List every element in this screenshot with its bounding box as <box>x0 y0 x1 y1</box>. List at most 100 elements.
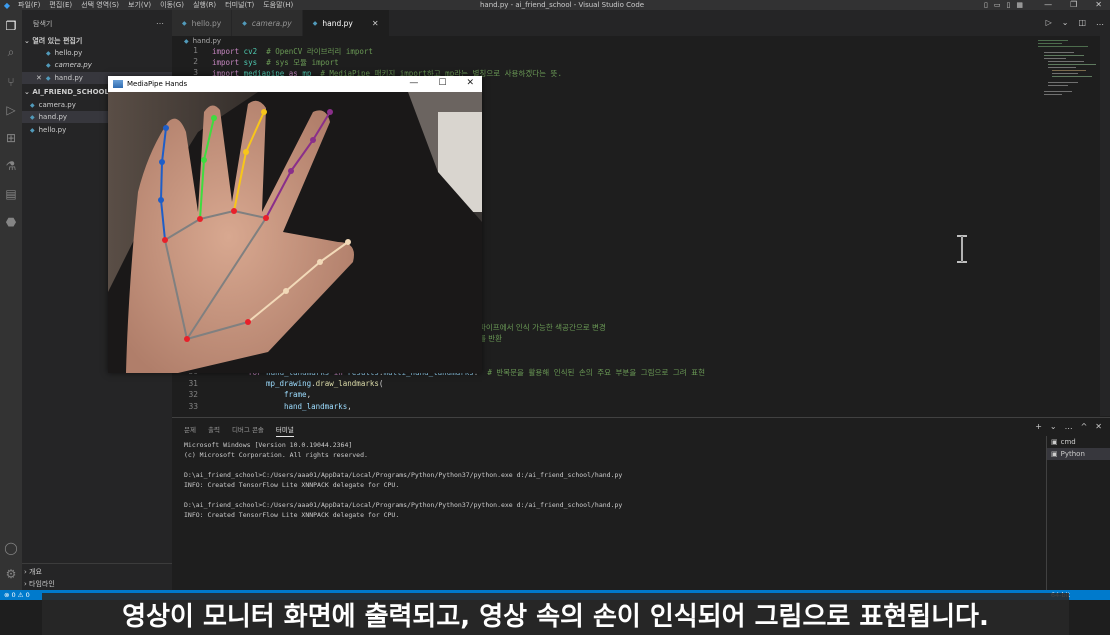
terminal-icon: ▣ <box>1051 450 1058 458</box>
run-icon[interactable]: ▷ <box>1046 18 1052 27</box>
window-app-icon <box>113 80 123 88</box>
panel-actions: + ⌄ … ^ ✕ <box>1035 422 1102 431</box>
more-actions-icon[interactable]: … <box>1096 18 1104 27</box>
toggle-sidebar-icon[interactable]: ▯ <box>984 1 988 9</box>
run-debug-icon[interactable]: ▷ <box>3 102 19 118</box>
folder-section[interactable]: ⌄ AI_FRIEND_SCHOOL <box>24 88 109 96</box>
explorer-icon[interactable]: ❐ <box>3 18 19 34</box>
panel-tab[interactable]: 디버그 콘솔 <box>232 424 264 437</box>
hand-landmark-point <box>345 239 351 245</box>
manage-gear-icon[interactable]: ⚙ <box>3 566 19 582</box>
activity-bar: ❐ ⌕ ⑂ ▷ ⊞ ⚗ ▤ ⬣ ◯ ⚙ <box>0 10 22 590</box>
divider <box>22 563 172 564</box>
code-token: ( <box>378 378 384 388</box>
hand-landmark-point <box>184 336 190 342</box>
mediapipe-hands-window[interactable]: MediaPipe Hands — ☐ ✕ <box>108 76 482 373</box>
tab-hello[interactable]: ◆ hello.py <box>172 10 233 36</box>
hand-landmark-point <box>211 115 217 121</box>
outline-section[interactable]: › 개요 <box>24 567 42 577</box>
menu-item[interactable]: 이동(G) <box>160 1 184 9</box>
hand-landmark-point <box>283 288 289 294</box>
extensions-icon[interactable]: ⊞ <box>3 130 19 146</box>
close-icon[interactable]: ✕ <box>36 74 42 82</box>
testing-icon[interactable]: ⚗ <box>3 158 19 174</box>
python-file-icon: ◆ <box>30 101 35 109</box>
toggle-panel-icon[interactable]: ▭ <box>994 1 1001 9</box>
toggle-secondary-sidebar-icon[interactable]: ▯ <box>1006 1 1010 9</box>
menu-item[interactable]: 선택 영역(S) <box>81 1 119 9</box>
hand-landmark-point <box>197 216 203 222</box>
camera-window-controls: — ☐ ✕ <box>409 78 474 88</box>
camera-minimize-button[interactable]: — <box>409 78 418 88</box>
customize-layout-icon[interactable]: ▦ <box>1016 1 1023 9</box>
hand-landmark-point <box>231 208 237 214</box>
panel-tab[interactable]: 터미널 <box>275 424 294 437</box>
code-token: frame <box>284 390 307 399</box>
breadcrumb-file[interactable]: hand.py <box>193 37 221 45</box>
tab-camera[interactable]: ◆ camera.py <box>232 10 303 36</box>
python-file-icon: ◆ <box>242 19 247 27</box>
terminal-item-python[interactable]: ▣ Python <box>1047 448 1110 460</box>
camera-frame <box>108 92 482 373</box>
maximize-panel-icon[interactable]: ^ <box>1081 422 1088 431</box>
window-close-button[interactable]: ✕ <box>1095 0 1102 9</box>
window-restore-button[interactable]: ❐ <box>1070 0 1077 9</box>
new-terminal-button[interactable]: + <box>1035 422 1042 431</box>
line-number: 1 <box>193 46 198 55</box>
timeline-section[interactable]: › 타임라인 <box>24 579 55 589</box>
editor-scrollbar[interactable] <box>1100 36 1110 416</box>
python-file-icon: ◆ <box>30 126 35 134</box>
open-editors-section[interactable]: ⌄ 열려 있는 편집기 <box>24 36 82 46</box>
panel-tab[interactable]: 문제 <box>184 424 196 437</box>
code-token: hand_landmarks <box>284 401 348 411</box>
camera-close-button[interactable]: ✕ <box>466 78 474 88</box>
split-editor-icon[interactable]: ◫ <box>1078 18 1086 27</box>
close-tab-icon[interactable]: ✕ <box>372 19 379 28</box>
menu-item[interactable]: 터미널(T) <box>225 1 254 9</box>
terminal-line: INFO: Created TensorFlow Lite XNNPACK de… <box>184 481 400 489</box>
terminal-line: Microsoft Windows [Version 10.0.19044.23… <box>184 441 353 449</box>
panel-tab[interactable]: 출력 <box>208 424 220 437</box>
menu-item[interactable]: 편집(E) <box>49 1 72 9</box>
sidebar-more-icon[interactable]: … <box>156 17 164 26</box>
python-icon[interactable]: ⬣ <box>3 214 19 230</box>
hand-landmark-point <box>288 168 294 174</box>
editor-tabs: ◆ hello.py ◆ camera.py ◆ hand.py ✕ ▷ ⌄ ◫ … <box>172 10 1110 36</box>
menu-item[interactable]: 보기(V) <box>128 1 151 9</box>
hand-landmark-point <box>163 125 169 131</box>
code-token: cv2 <box>243 47 258 56</box>
menu-item[interactable]: 파일(F) <box>18 1 40 9</box>
terminal-item-cmd[interactable]: ▣ cmd <box>1047 436 1110 448</box>
window-minimize-button[interactable]: — <box>1044 0 1052 9</box>
panel-tabs: 문제 출력 디버그 콘솔 터미널 <box>184 424 294 437</box>
terminal-output[interactable]: Microsoft Windows [Version 10.0.19044.23… <box>184 440 1044 520</box>
hand-landmark-point <box>201 157 207 163</box>
code-token: # sys 모듈 import <box>266 58 339 67</box>
terminal-dropdown-icon[interactable]: ⌄ <box>1050 422 1057 431</box>
window-title: hand.py - ai_friend_school - Visual Stud… <box>480 1 645 9</box>
run-dropdown-icon[interactable]: ⌄ <box>1062 18 1069 27</box>
layout-controls: ▯ ▭ ▯ ▦ <box>984 1 1023 9</box>
notebook-icon[interactable]: ▤ <box>3 186 19 202</box>
bottom-panel: 문제 출력 디버그 콘솔 터미널 + ⌄ … ^ ✕ Microsoft Window… <box>172 417 1110 591</box>
account-icon[interactable]: ◯ <box>3 540 19 556</box>
code-line: import cv2 # OpenCV 라이브러리 import <box>212 46 373 57</box>
search-icon[interactable]: ⌕ <box>3 44 19 60</box>
tab-hand[interactable]: ◆ hand.py ✕ <box>302 10 390 36</box>
line-number: 31 <box>188 378 198 388</box>
menu-item[interactable]: 실행(R) <box>193 1 216 9</box>
python-file-icon: ◆ <box>30 113 35 121</box>
open-editor-item[interactable]: ◆ camera.py <box>22 59 172 71</box>
problems-status[interactable]: ⊗ 0 ⚠ 0 <box>4 591 30 599</box>
panel-more-icon[interactable]: … <box>1065 422 1073 431</box>
minimap[interactable] <box>1038 40 1098 110</box>
close-panel-icon[interactable]: ✕ <box>1095 422 1102 431</box>
terminal-list: ▣ cmd ▣ Python <box>1046 436 1110 591</box>
camera-maximize-button[interactable]: ☐ <box>438 78 446 88</box>
menu-item[interactable]: 도움말(H) <box>263 1 293 9</box>
source-control-icon[interactable]: ⑂ <box>3 74 19 90</box>
open-editor-item[interactable]: ◆ hello.py <box>22 47 172 59</box>
code-token: # 반복문을 활용해 인식된 손의 주요 부분을 그림으로 그려 표현 <box>487 368 705 377</box>
